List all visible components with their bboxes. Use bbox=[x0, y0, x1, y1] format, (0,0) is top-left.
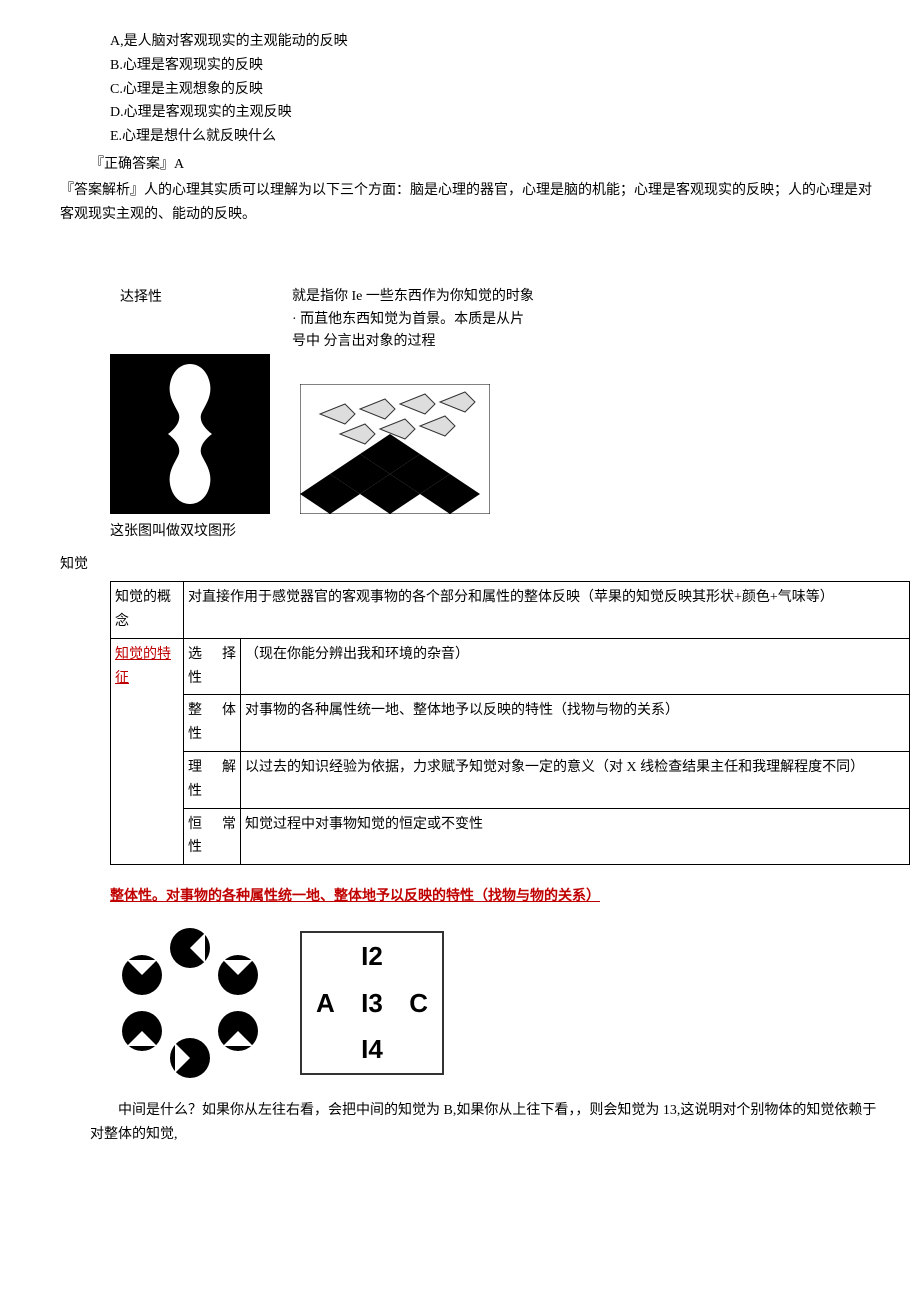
pacman-gestalt-image bbox=[110, 923, 270, 1083]
option-d: D.心理是客观现实的主观反映 bbox=[110, 101, 880, 125]
option-b: B.心理是客观现实的反映 bbox=[110, 54, 880, 78]
option-a: A,是人脑对客观现实的主观能动的反映 bbox=[110, 30, 880, 54]
option-c: C.心理是主观想象的反映 bbox=[110, 78, 880, 102]
concept-value: 对直接作用于感觉器官的客观事物的各个部分和属性的整体反映（苹果的知觉反映其形状+… bbox=[184, 582, 910, 639]
vase-caption: 这张图叫做双坟图形 bbox=[110, 520, 236, 544]
perception-table: 知觉的概念 对直接作用于感觉器官的客观事物的各个部分和属性的整体反映（苹果的知觉… bbox=[110, 581, 910, 865]
perception-section-label: 知觉 bbox=[60, 553, 880, 577]
feature-constancy-value: 知觉过程中对事物知觉的恒定或不变性 bbox=[241, 808, 910, 865]
selectivity-description-line1: 就是指你 Ie 一些东西作为你知觉的时象 bbox=[292, 286, 534, 308]
correct-answer: 『正确答案』A bbox=[90, 153, 880, 177]
concept-header: 知觉的概念 bbox=[111, 582, 184, 639]
grid-left: A bbox=[316, 981, 335, 1025]
grid-mid: I3 bbox=[361, 981, 383, 1025]
selectivity-description-line2: · 而苴他东西知觉为首景。本质是从片 bbox=[292, 309, 534, 331]
features-header: 知觉的特征 bbox=[111, 638, 184, 864]
table-row: 理 解性 以过去的知识经验为依据，力求赋予知觉对象一定的意义（对 X 线检查结果… bbox=[111, 751, 910, 808]
feature-constancy-header: 恒 常性 bbox=[184, 808, 241, 865]
table-row: 整 体性 对事物的各种属性统一地、整体地予以反映的特性（找物与物的关系） bbox=[111, 695, 910, 752]
option-e: E.心理是想什么就反映什么 bbox=[110, 125, 880, 149]
bottom-paragraph: 中间是什么？如果你从左往右看，会把中间的知觉为 B,如果你从上往下看，，则会知觉… bbox=[90, 1099, 880, 1147]
selectivity-label: 达择性 bbox=[120, 286, 162, 310]
table-row: 知觉的特征 选 择性 （现在你能分辨出我和环境的杂音） bbox=[111, 638, 910, 695]
grid-top: I2 bbox=[361, 934, 383, 978]
feature-wholeness-header: 整 体性 bbox=[184, 695, 241, 752]
vase-faces-image bbox=[110, 354, 270, 514]
grid-bottom: I4 bbox=[361, 1027, 383, 1071]
answer-explanation: 『答案解析』人的心理其实质可以理解为以下三个方面：脑是心理的器官，心理是脑的机能… bbox=[60, 179, 880, 227]
wholeness-emphasis: 整体性。对事物的各种属性统一地、整体地予以反映的特性（找物与物的关系） bbox=[110, 885, 880, 909]
table-row: 恒 常性 知觉过程中对事物知觉的恒定或不变性 bbox=[111, 808, 910, 865]
feature-selectivity-value: （现在你能分辨出我和环境的杂音） bbox=[241, 638, 910, 695]
feature-selectivity-header: 选 择性 bbox=[184, 638, 241, 695]
feature-understanding-value: 以过去的知识经验为依据，力求赋予知觉对象一定的意义（对 X 线检查结果主任和我理… bbox=[241, 751, 910, 808]
grid-right: C bbox=[409, 981, 428, 1025]
selectivity-description: 就是指你 Ie 一些东西作为你知觉的时象 · 而苴他东西知觉为首景。本质是从片 … bbox=[292, 286, 534, 353]
selectivity-description-line3: 号中 分言出对象的过程 bbox=[292, 331, 534, 353]
table-row: 知觉的概念 对直接作用于感觉器官的客观事物的各个部分和属性的整体反映（苹果的知觉… bbox=[111, 582, 910, 639]
feature-understanding-header: 理 解性 bbox=[184, 751, 241, 808]
feature-wholeness-value: 对事物的各种属性统一地、整体地予以反映的特性（找物与物的关系） bbox=[241, 695, 910, 752]
letters-grid-image: I2 A I3 C I4 bbox=[300, 931, 444, 1075]
escher-tessellation-image bbox=[300, 384, 490, 514]
